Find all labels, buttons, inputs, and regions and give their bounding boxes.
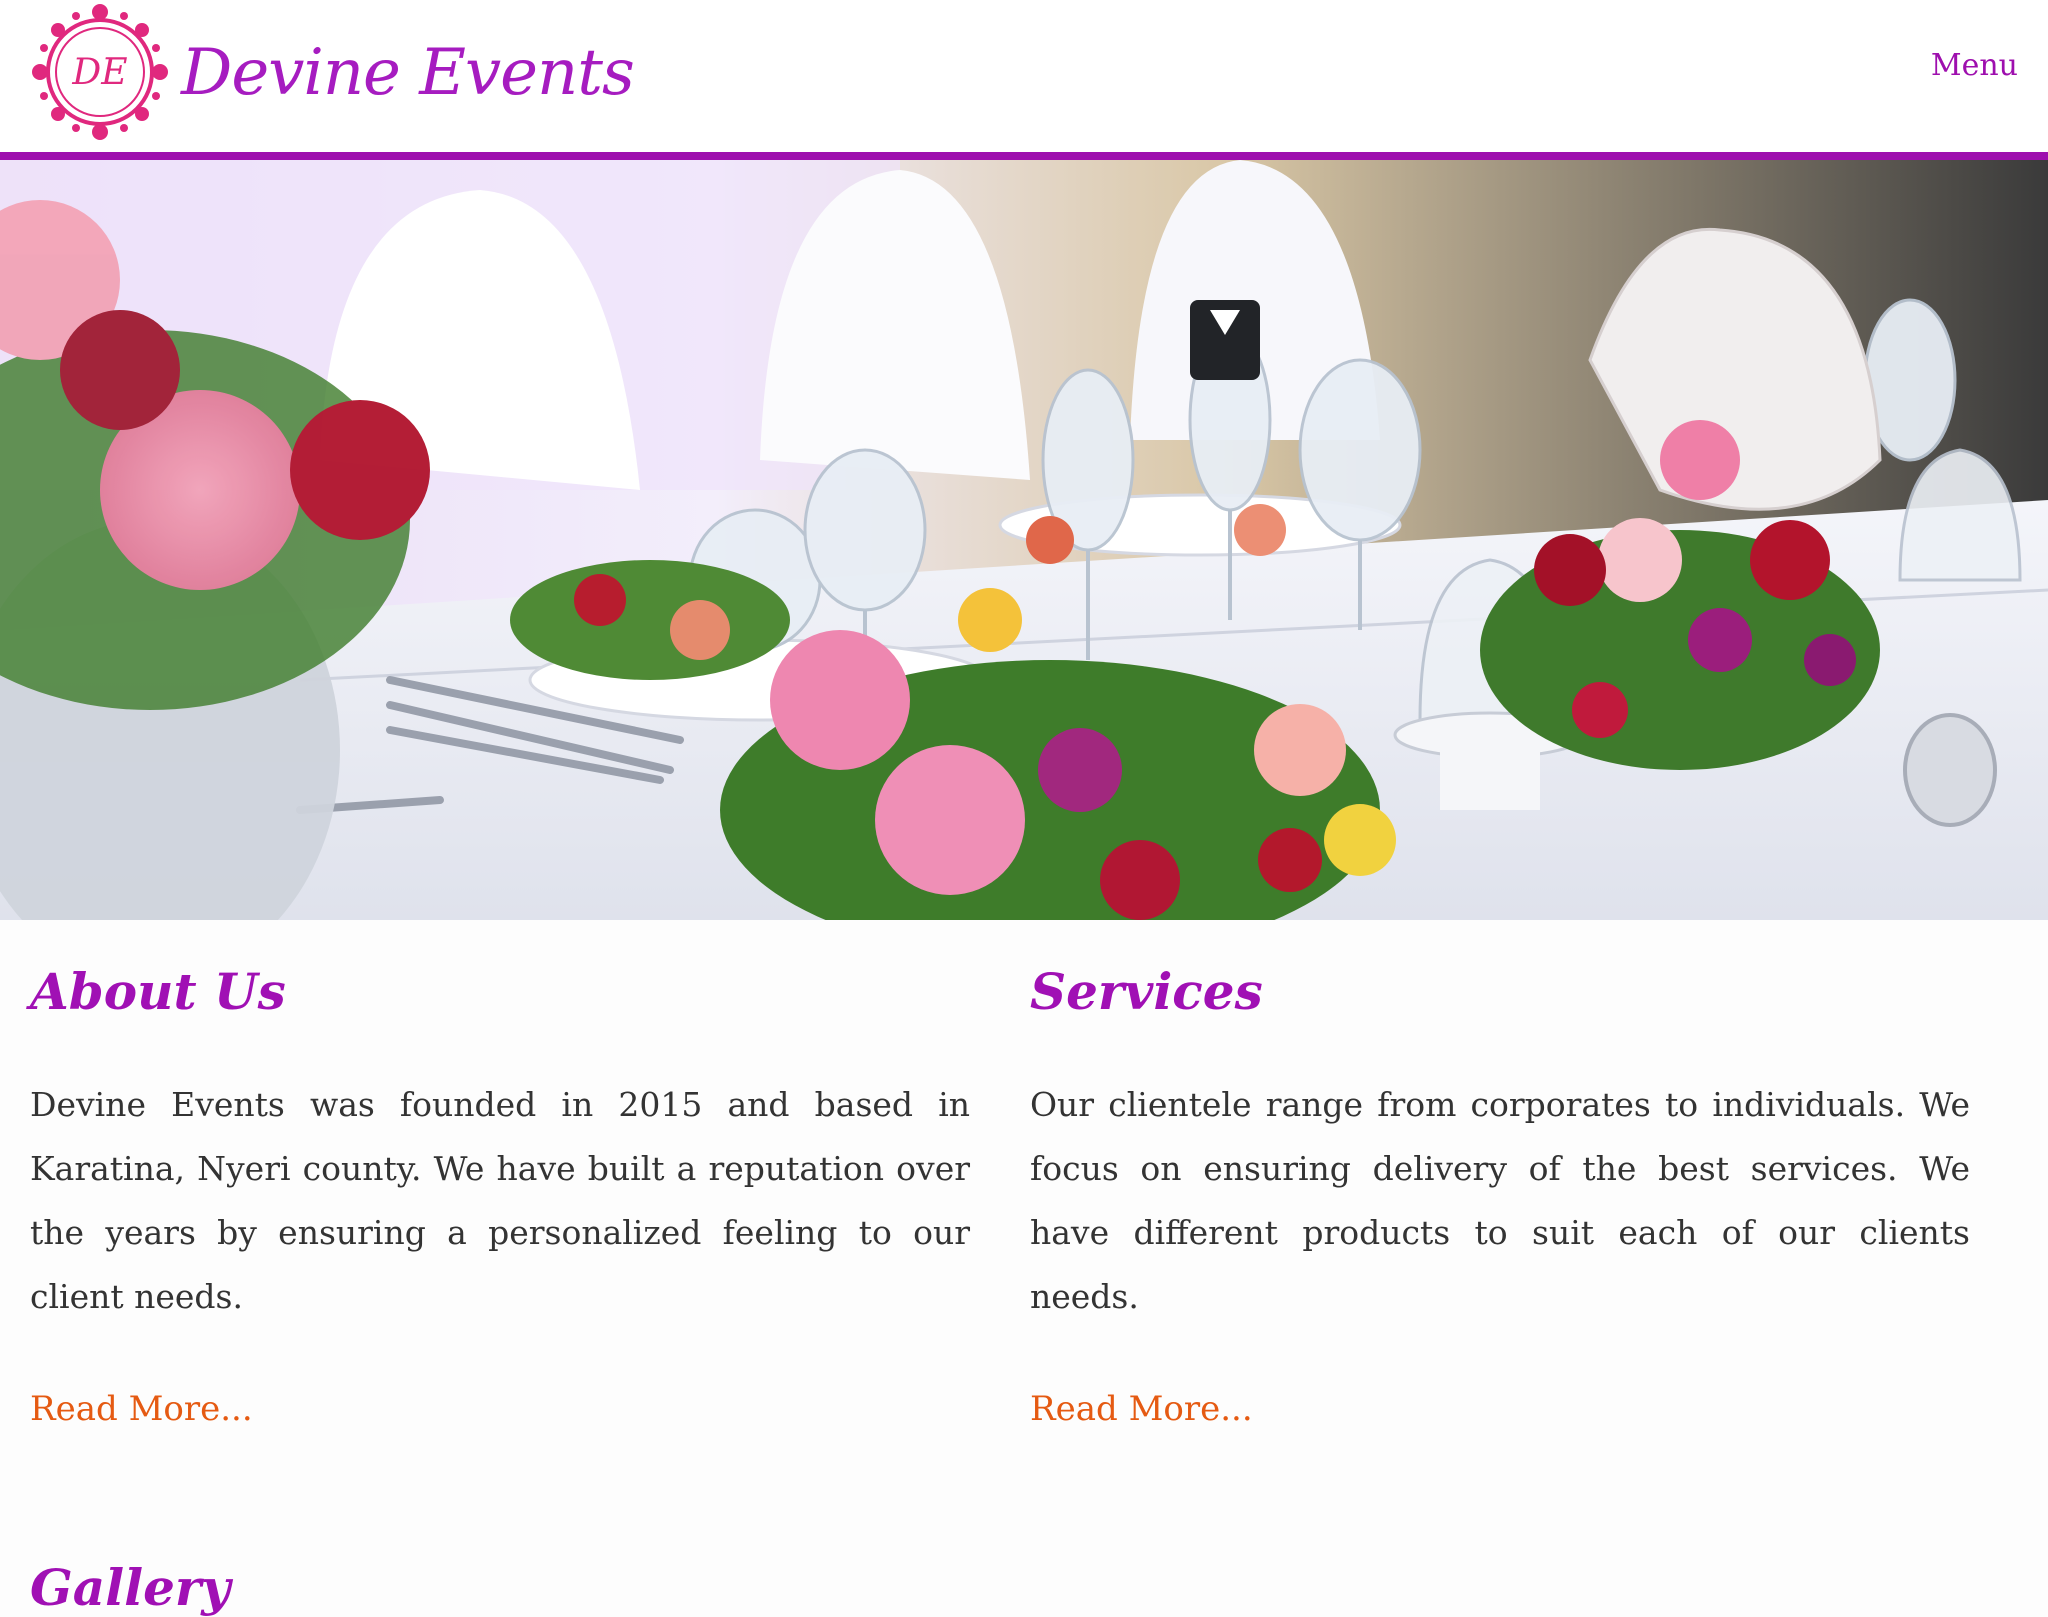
logo-mark-icon: DE <box>32 4 168 140</box>
about-title: About Us <box>30 962 286 1021</box>
brand-logo[interactable]: DE Devine Events <box>28 0 635 145</box>
about-read-more-link[interactable]: Read More... <box>30 1389 253 1429</box>
services-body: Our clientele range from corporates to i… <box>1030 1085 1970 1316</box>
services-section: Services Our clientele range from corpor… <box>1030 920 1970 1429</box>
hero-illustration <box>0 160 2048 920</box>
site-header: DE Devine Events Menu <box>0 0 2048 160</box>
menu-button[interactable]: Menu <box>1931 48 2018 83</box>
hero-image <box>0 160 2048 920</box>
brand-name: Devine Events <box>181 35 635 110</box>
services-read-more-link[interactable]: Read More... <box>1030 1389 1253 1429</box>
gallery-title: Gallery <box>30 1558 231 1617</box>
logo-monogram: DE <box>71 52 127 93</box>
about-body: Devine Events was founded in 2015 and ba… <box>30 1085 970 1316</box>
services-title: Services <box>1030 962 1263 1021</box>
about-section: About Us Devine Events was founded in 20… <box>30 920 970 1429</box>
